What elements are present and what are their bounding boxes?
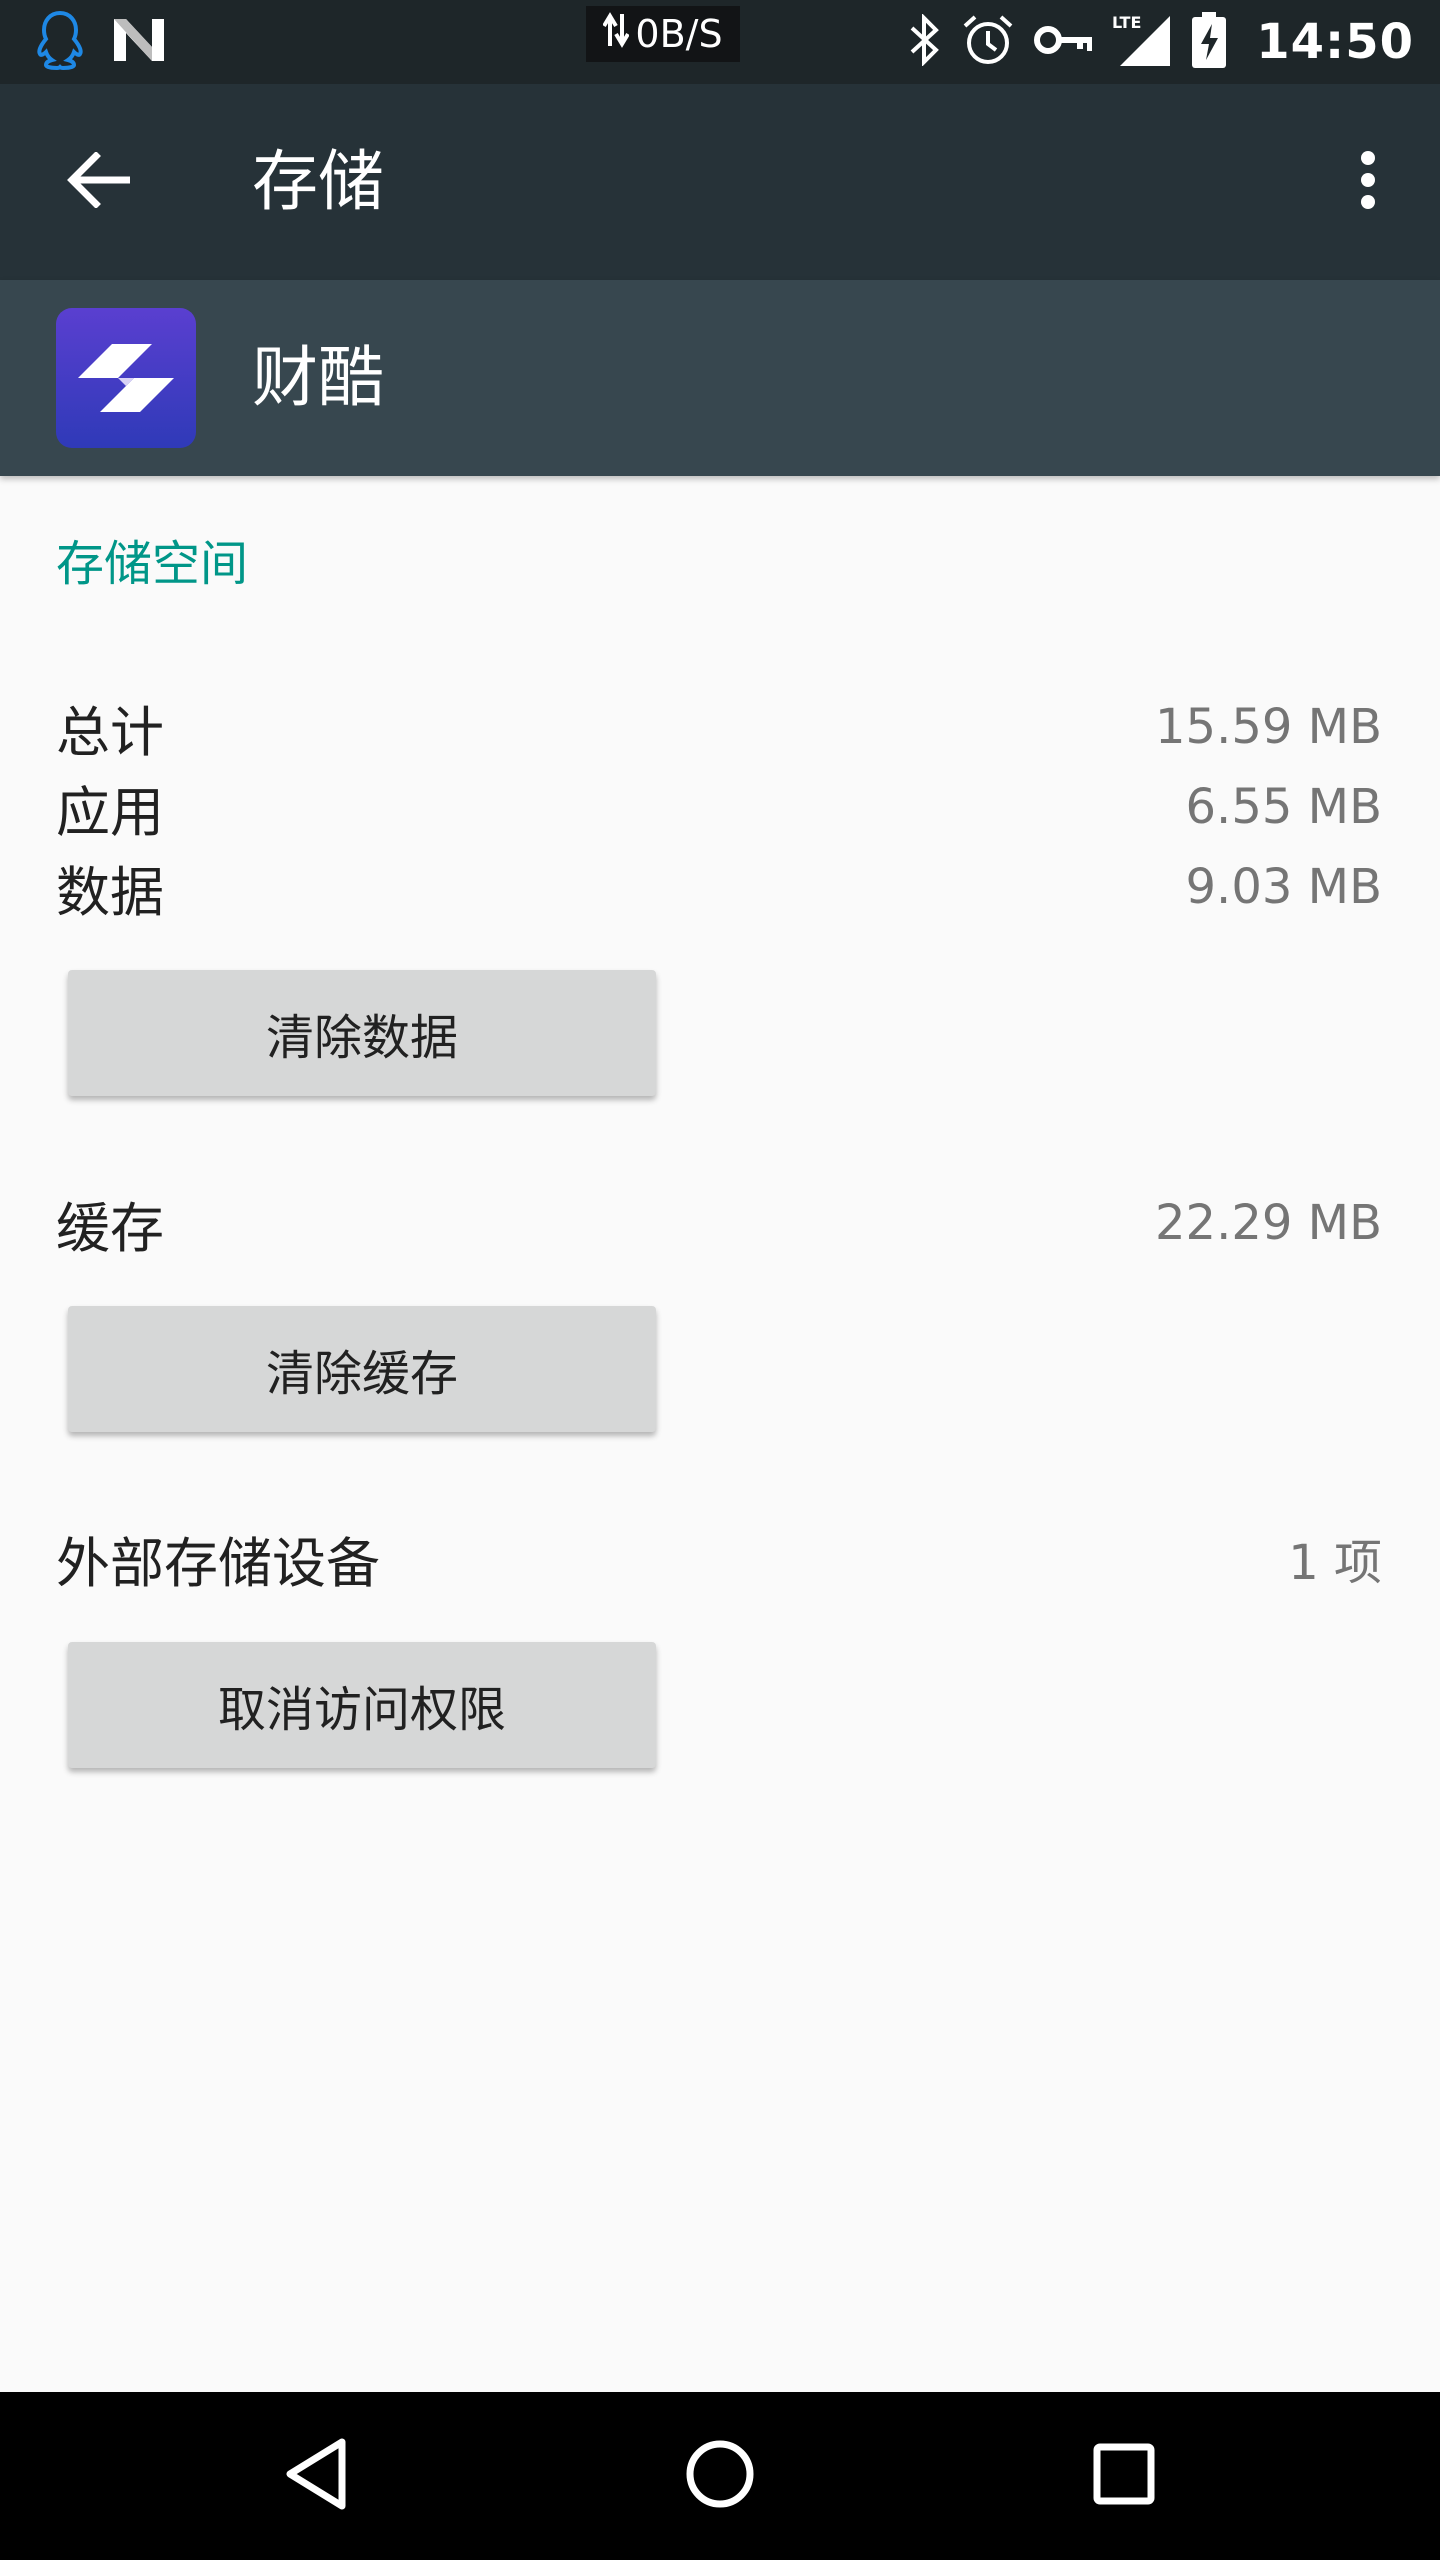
- row-label: 总计: [56, 700, 164, 764]
- more-options-button[interactable]: [1320, 134, 1416, 230]
- signal-icon: LTE: [1112, 12, 1172, 72]
- app-icon: [56, 308, 196, 448]
- triangle-back-icon: [284, 2438, 348, 2514]
- app-name: 财酷: [252, 339, 384, 416]
- n-icon: [112, 17, 166, 67]
- row-value: 15.59 MB: [1154, 699, 1382, 755]
- svg-text:LTE: LTE: [1112, 13, 1141, 32]
- app-header: 财酷: [0, 280, 1440, 476]
- status-right-icons: LTE 14:50: [908, 12, 1414, 72]
- row-label: 数据: [56, 860, 164, 924]
- status-bar: 0B/S LTE 14:50: [0, 0, 1440, 84]
- section-title-storage: 存储空间: [56, 536, 249, 592]
- clear-cache-button[interactable]: 清除缓存: [68, 1306, 656, 1432]
- nav-home-button[interactable]: [660, 2416, 780, 2536]
- more-vert-icon: [1360, 150, 1376, 214]
- row-value: 1 项: [1288, 1535, 1382, 1591]
- qq-icon: [34, 10, 86, 74]
- row-value: 6.55 MB: [1185, 779, 1382, 835]
- row-value: 9.03 MB: [1185, 859, 1382, 915]
- row-label: 缓存: [56, 1196, 164, 1260]
- square-recents-icon: [1093, 2443, 1155, 2509]
- circle-home-icon: [685, 2439, 755, 2513]
- storage-row-total: 总计 15.59 MB: [56, 692, 1382, 764]
- network-speed-text: 0B/S: [635, 12, 723, 56]
- nav-back-button[interactable]: [256, 2416, 376, 2536]
- row-label: 外部存储设备: [56, 1531, 380, 1595]
- toolbar: 存储: [0, 84, 1440, 280]
- battery-charging-icon: [1192, 12, 1227, 72]
- network-speed: 0B/S: [586, 6, 740, 62]
- revoke-access-button[interactable]: 取消访问权限: [68, 1642, 656, 1768]
- data-arrows-icon: [602, 11, 631, 57]
- page-title: 存储: [252, 143, 384, 220]
- vpn-key-icon: [1034, 23, 1094, 61]
- storage-row-app: 应用 6.55 MB: [56, 772, 1382, 844]
- clear-data-button[interactable]: 清除数据: [68, 970, 656, 1096]
- external-storage-row: 外部存储设备 1 项: [56, 1523, 1382, 1595]
- back-button[interactable]: [50, 134, 146, 230]
- navigation-bar: [0, 2392, 1440, 2560]
- nav-recents-button[interactable]: [1064, 2416, 1184, 2536]
- alarm-icon: [962, 14, 1014, 70]
- row-label: 应用: [56, 780, 164, 844]
- arrow-back-icon: [66, 151, 132, 212]
- clock: 14:50: [1256, 14, 1414, 70]
- cache-row: 缓存 22.29 MB: [56, 1188, 1382, 1260]
- status-left-icons: [34, 10, 166, 74]
- storage-row-data: 数据 9.03 MB: [56, 852, 1382, 924]
- row-value: 22.29 MB: [1154, 1195, 1382, 1251]
- bluetooth-icon: [908, 13, 942, 70]
